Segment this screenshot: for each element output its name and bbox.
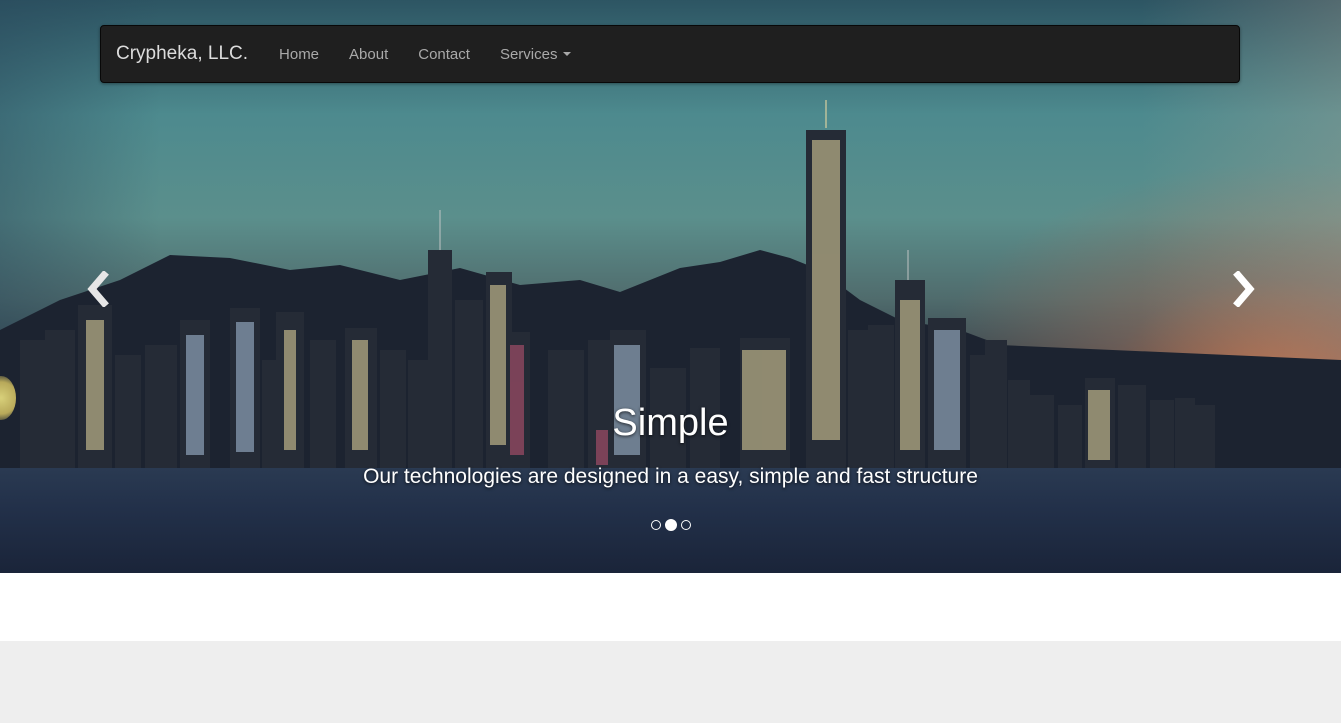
carousel-indicators bbox=[0, 519, 1341, 531]
carousel-prev-button[interactable] bbox=[77, 262, 117, 316]
nav-link-about[interactable]: About bbox=[334, 46, 403, 63]
nav-link-label: Home bbox=[279, 45, 320, 63]
nav-link-home[interactable]: Home bbox=[264, 46, 334, 63]
chevron-right-icon bbox=[1233, 271, 1255, 307]
content-section-gray bbox=[0, 641, 1341, 723]
nav-dropdown-services[interactable]: Services bbox=[485, 46, 587, 63]
carousel-indicator-3[interactable] bbox=[680, 520, 691, 530]
nav-link-label: About bbox=[349, 45, 389, 63]
page: Simple Our technologies are designed in … bbox=[0, 0, 1341, 723]
brand-link[interactable]: Crypheka, LLC. bbox=[116, 43, 248, 65]
hero-carousel: Simple Our technologies are designed in … bbox=[0, 0, 1341, 573]
carousel-caption-text: Our technologies are designed in a easy,… bbox=[363, 465, 978, 488]
nav-link-label: Services bbox=[499, 45, 558, 63]
nav-link-contact[interactable]: Contact bbox=[403, 46, 485, 63]
content-section-white bbox=[0, 573, 1341, 641]
chevron-left-icon bbox=[87, 271, 109, 307]
carousel-indicator-1[interactable] bbox=[650, 520, 661, 530]
carousel-caption-title: Simple bbox=[612, 402, 729, 444]
nav-link-label: Contact bbox=[418, 45, 470, 63]
carousel-next-button[interactable] bbox=[1225, 262, 1265, 316]
carousel-indicator-2[interactable] bbox=[664, 519, 677, 531]
top-navbar: Crypheka, LLC. Home About Contact Servic… bbox=[100, 25, 1240, 83]
caret-down-icon bbox=[563, 52, 572, 56]
